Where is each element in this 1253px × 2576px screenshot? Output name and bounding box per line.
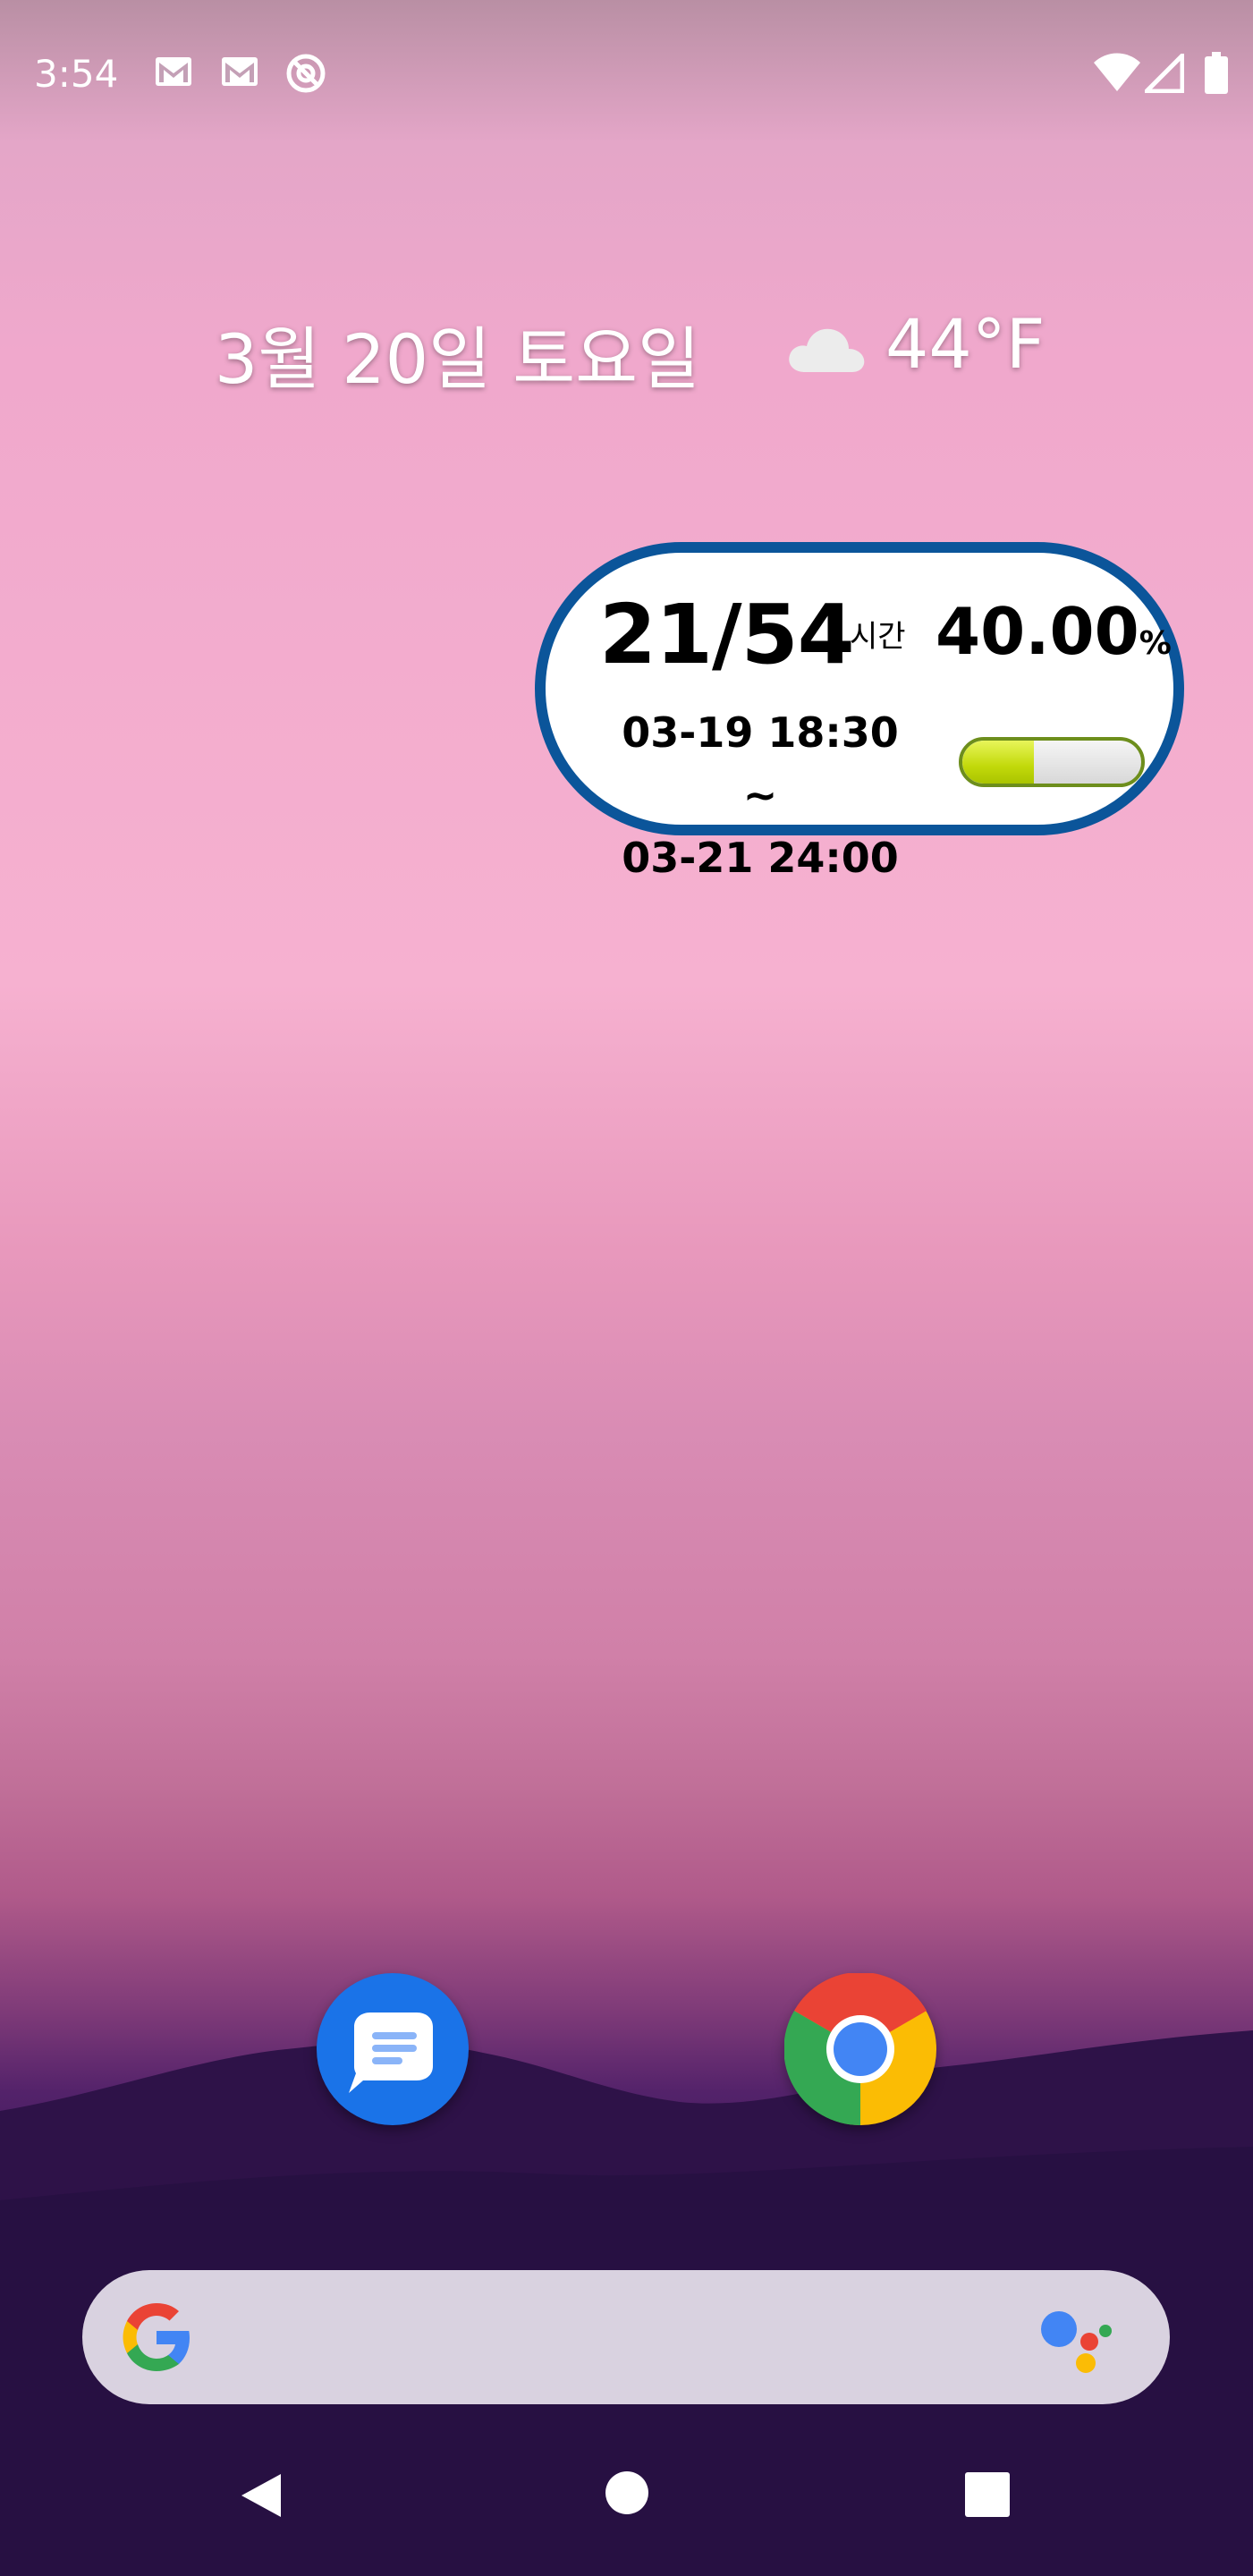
messages-app-icon[interactable] <box>317 1973 469 2125</box>
messages-icon <box>349 2012 433 2093</box>
gmail-icon <box>222 57 258 86</box>
navigation-bar <box>0 2433 1253 2576</box>
widget-hours: 21/54 <box>599 587 855 682</box>
recents-icon[interactable] <box>965 2472 1010 2517</box>
widget-unit: 시간 <box>850 619 906 655</box>
cloudy-icon[interactable] <box>787 322 868 376</box>
google-assistant-icon[interactable] <box>1039 2306 1120 2377</box>
widget-range-start: 03-19 18:30 ~ <box>622 708 899 819</box>
temperature-label[interactable]: 44°F <box>885 304 1045 384</box>
cellular-signal-icon <box>1145 54 1184 93</box>
home-icon[interactable] <box>605 2470 649 2515</box>
widget-percent: 40.00% <box>936 594 1172 669</box>
gmail-icon <box>156 57 191 86</box>
battery-icon <box>1205 52 1228 94</box>
hours-progress-widget[interactable]: 21/54 시간 40.00% 03-19 18:30 ~ 03-21 24:0… <box>535 542 1184 882</box>
widget-range-end: 03-21 24:00 <box>622 834 899 882</box>
chrome-app-icon[interactable] <box>783 1971 936 2126</box>
wifi-icon <box>1094 53 1140 91</box>
status-time: 3:54 <box>34 52 119 96</box>
widget-progress-fill <box>962 741 1034 784</box>
google-g-icon <box>123 2303 190 2371</box>
widget-percent-sign: % <box>1139 625 1172 662</box>
status-bar: 3:54 <box>0 0 1253 152</box>
chrome-icon <box>783 1971 936 2126</box>
date-label[interactable]: 3월 20일 토요일 <box>215 304 700 402</box>
no-sim-app-icon <box>286 54 326 93</box>
back-icon[interactable] <box>234 2469 288 2522</box>
google-search-bar[interactable] <box>82 2270 1170 2404</box>
widget-percent-value: 40.00 <box>936 594 1139 669</box>
widget-progress-bar <box>959 737 1145 787</box>
widget-date-range: 03-19 18:30 ~ 03-21 24:00 <box>608 701 912 889</box>
